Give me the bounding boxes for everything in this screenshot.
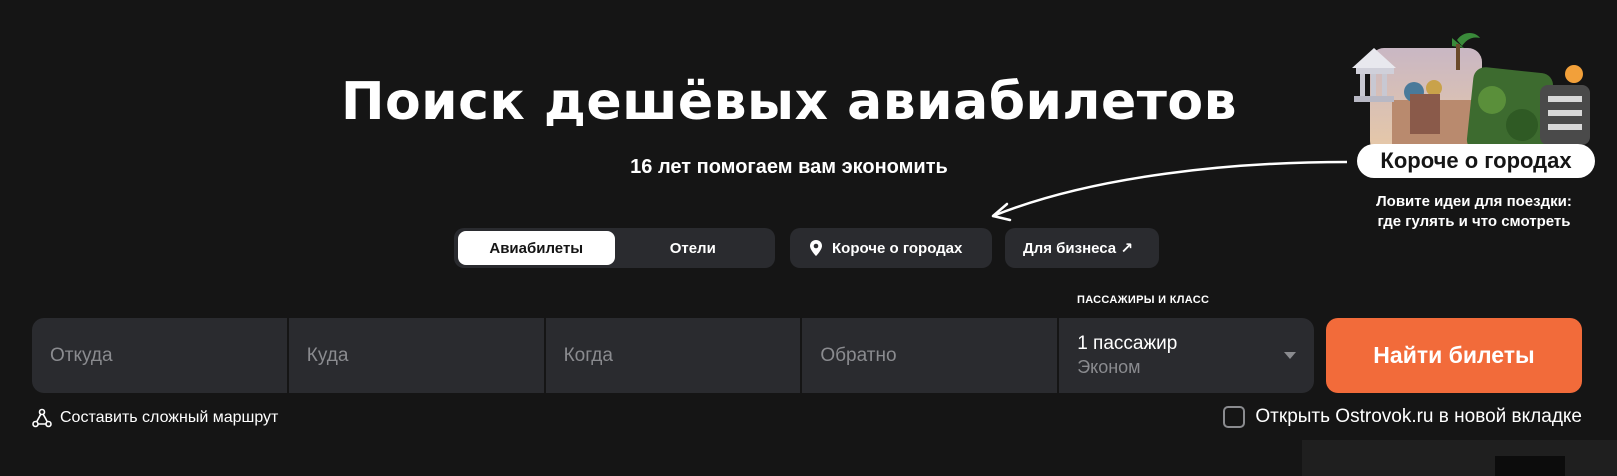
open-new-tab-label: Открыть Ostrovok.ru в новой вкладке [1255,406,1582,427]
chevron-down-icon [1283,352,1296,359]
passengers-select[interactable]: 1 пассажир Эконом [1059,318,1314,393]
to-field[interactable]: Куда [288,318,544,393]
promo-line-2: где гулять и что смотреть [1377,213,1571,230]
search-form: Откуда Куда Когда Обратно 1 пассажир Эко… [32,318,1314,393]
complex-route-link[interactable]: Составить сложный маршрут [32,408,278,428]
route-nodes-icon [32,408,52,428]
passengers-class-label: ПАССАЖИРЫ И КЛАСС [1077,294,1210,306]
promo-cities-chip[interactable]: Короче о городах [1357,144,1595,178]
from-field[interactable]: Откуда [32,318,287,393]
passengers-value: 1 пассажир [1077,333,1178,354]
location-pin-icon [810,240,822,256]
promo-collage-image[interactable] [1352,30,1602,155]
return-date-field[interactable]: Обратно [802,318,1058,393]
promo-arrow-icon [991,160,1348,222]
product-tabs: Авиабилеты Отели [454,228,775,268]
promo-description: Ловите идеи для поездки: где гулять и чт… [1345,192,1603,232]
cities-link-label: Короче о городах [832,239,963,257]
class-value: Эконом [1077,357,1141,377]
search-submit-button[interactable]: Найти билеты [1326,318,1582,393]
business-link-button[interactable]: Для бизнеса ↗ [1005,228,1159,268]
promo-line-1: Ловите идеи для поездки: [1376,193,1572,210]
tab-hotels[interactable]: Отели [615,231,772,265]
page-title: Поиск дешёвых авиабилетов [340,72,1238,132]
open-new-tab-option: Открыть Ostrovok.ru в новой вкладке [1223,406,1582,428]
depart-date-field[interactable]: Когда [545,318,801,393]
corner-panel [1302,440,1617,476]
complex-route-label: Составить сложный маршрут [60,409,279,426]
business-link-label: Для бизнеса ↗ [1023,240,1133,257]
open-new-tab-checkbox[interactable] [1223,406,1246,428]
tab-flights[interactable]: Авиабилеты [458,231,615,265]
corner-panel-inner [1495,456,1565,476]
cities-link-button[interactable]: Короче о городах [790,228,992,268]
